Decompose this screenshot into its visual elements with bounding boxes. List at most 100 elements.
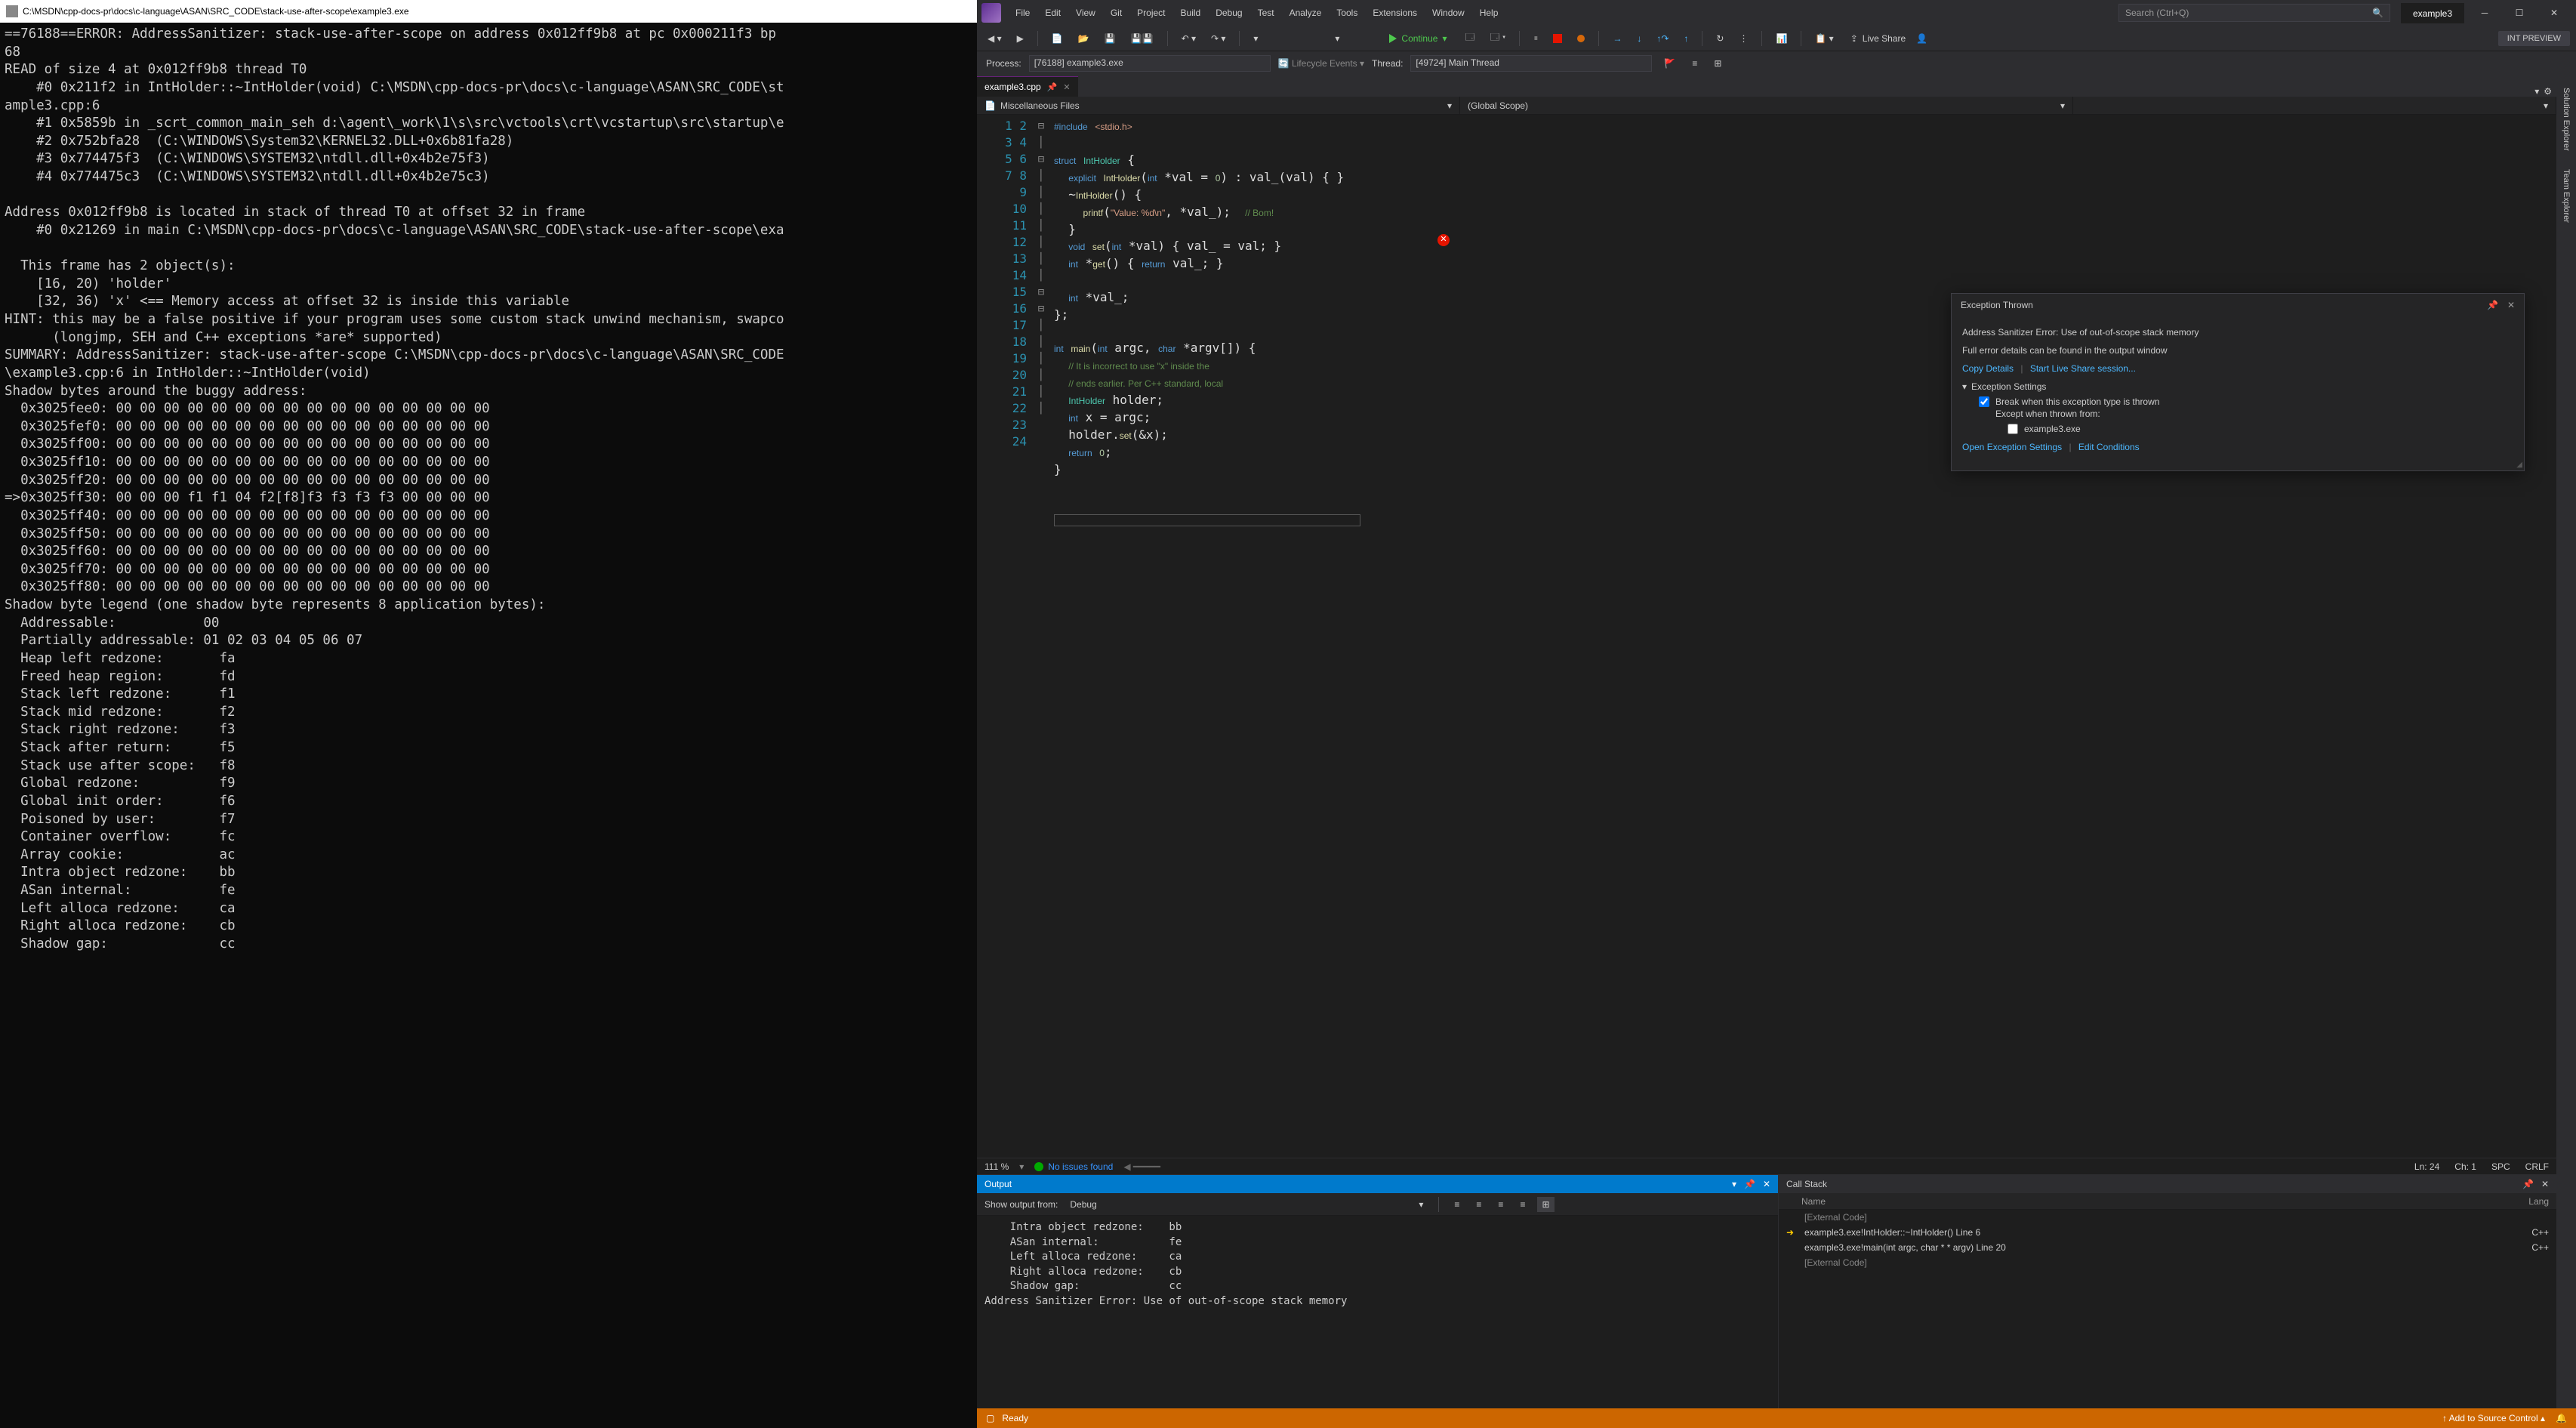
menu-analyze[interactable]: Analyze xyxy=(1283,5,1329,21)
process-dropdown[interactable]: [76188] example3.exe xyxy=(1029,55,1271,72)
step-into-button[interactable]: → xyxy=(1608,31,1626,46)
break-when-checkbox[interactable]: Break when this exception type is thrown xyxy=(1979,396,2513,407)
redo-button[interactable]: ↷ ▾ xyxy=(1206,31,1230,46)
word-wrap-button[interactable]: ⊞ xyxy=(1537,1197,1554,1212)
step-out-button[interactable]: ↑↷ xyxy=(1652,31,1673,46)
line-indicator[interactable]: Ln: 24 xyxy=(2414,1161,2439,1172)
close-tab-icon[interactable]: ✕ xyxy=(1063,82,1070,92)
menu-help[interactable]: Help xyxy=(1473,5,1505,21)
output-tool-icon[interactable]: ≡ xyxy=(1450,1197,1464,1212)
nav-function[interactable]: ▾ xyxy=(2073,97,2556,114)
spaces-indicator[interactable]: SPC xyxy=(2491,1161,2510,1172)
output-tool-icon[interactable]: ≡ xyxy=(1471,1197,1486,1212)
except-item-checkbox[interactable]: example3.exe xyxy=(2007,424,2513,434)
tb-icon[interactable]: 🗔 ▾ xyxy=(1486,28,1511,48)
checkbox[interactable] xyxy=(2007,424,2018,434)
console-titlebar[interactable]: C:\MSDN\cpp-docs-pr\docs\c-language\ASAN… xyxy=(0,0,977,23)
char-indicator[interactable]: Ch: 1 xyxy=(2454,1161,2476,1172)
pause-button[interactable]: ⏸ xyxy=(1529,30,1542,46)
callstack-body[interactable]: [External Code]➜example3.exe!IntHolder::… xyxy=(1779,1210,2556,1408)
tb-icon[interactable]: 📋 ▾ xyxy=(1810,31,1838,46)
menu-debug[interactable]: Debug xyxy=(1209,5,1249,21)
minimize-button[interactable]: ─ xyxy=(2467,0,2502,26)
undo-button[interactable]: ↶ ▾ xyxy=(1177,31,1200,46)
tb-icon[interactable]: ⋮ xyxy=(1734,31,1752,46)
tb-icon[interactable]: 🗔 xyxy=(1461,28,1480,48)
edit-conditions-link[interactable]: Edit Conditions xyxy=(2078,442,2140,452)
continue-button[interactable]: Continue ▾ xyxy=(1382,31,1454,46)
show-output-dropdown[interactable]: Debug▾ xyxy=(1065,1198,1428,1211)
menu-build[interactable]: Build xyxy=(1174,5,1208,21)
callstack-row[interactable]: ➜example3.exe!IntHolder::~IntHolder() Li… xyxy=(1779,1225,2556,1240)
pin-icon[interactable]: 📌 xyxy=(1047,82,1058,92)
nav-scope[interactable]: 📄 Miscellaneous Files ▾ xyxy=(977,97,1460,114)
start-liveshare-link[interactable]: Start Live Share session... xyxy=(2030,363,2136,374)
menu-git[interactable]: Git xyxy=(1104,5,1129,21)
close-icon[interactable]: ✕ xyxy=(1763,1179,1770,1189)
callstack-header[interactable]: Call Stack 📌 ✕ xyxy=(1779,1175,2556,1193)
callstack-row[interactable]: example3.exe!main(int argc, char * * arg… xyxy=(1779,1240,2556,1255)
restart-button[interactable] xyxy=(1573,32,1589,45)
callstack-row[interactable]: [External Code] xyxy=(1779,1210,2556,1225)
menu-edit[interactable]: Edit xyxy=(1038,5,1068,21)
thread-dropdown[interactable]: [49724] Main Thread xyxy=(1410,55,1652,72)
nav-member[interactable]: (Global Scope) ▾ xyxy=(1460,97,2073,114)
save-all-button[interactable]: 💾💾 xyxy=(1126,31,1158,46)
search-input[interactable]: Search (Ctrl+Q) 🔍 xyxy=(2118,4,2390,22)
checkbox[interactable] xyxy=(1979,396,1989,407)
maximize-button[interactable]: ☐ xyxy=(2502,0,2537,26)
code-content[interactable]: #include <stdio.h> struct IntHolder { ex… xyxy=(1048,115,2556,1158)
zoom-dropdown-icon[interactable]: ▾ xyxy=(1019,1161,1024,1172)
callstack-row[interactable]: [External Code] xyxy=(1779,1255,2556,1270)
menu-extensions[interactable]: Extensions xyxy=(1366,5,1424,21)
team-explorer-tab[interactable]: Team Explorer xyxy=(2559,162,2574,230)
col-name[interactable]: Name xyxy=(1801,1196,1826,1207)
output-tool-icon[interactable]: ≡ xyxy=(1493,1197,1508,1212)
notifications-icon[interactable]: 🔔 xyxy=(2556,1413,2567,1423)
exception-titlebar[interactable]: Exception Thrown 📌 ✕ xyxy=(1952,294,2524,316)
save-button[interactable]: 💾 xyxy=(1100,31,1120,46)
tb-stack-icon[interactable]: ≡ xyxy=(1687,56,1702,71)
menu-file[interactable]: File xyxy=(1009,5,1037,21)
resize-grip-icon[interactable]: ◢ xyxy=(2516,461,2522,469)
issues-indicator[interactable]: No issues found xyxy=(1034,1161,1113,1172)
exception-settings-header[interactable]: ▾ Exception Settings xyxy=(1962,381,2513,392)
copy-details-link[interactable]: Copy Details xyxy=(1962,363,2014,374)
menu-test[interactable]: Test xyxy=(1251,5,1281,21)
close-icon[interactable]: ✕ xyxy=(2507,300,2515,310)
menu-window[interactable]: Window xyxy=(1425,5,1471,21)
back-button[interactable]: ◀ ▾ xyxy=(983,31,1006,46)
lifecycle-events[interactable]: 🔄 Lifecycle Events ▾ xyxy=(1278,58,1364,69)
folding-column[interactable]: ⊟ │ ⊟ │ │ │ │ │ │ │ ⊟ ⊟ │ │ │ │ │ │ xyxy=(1034,115,1048,1158)
tab-tool-icon[interactable]: ⚙ xyxy=(2544,86,2552,97)
open-button[interactable]: 📂 xyxy=(1074,31,1094,46)
tab-tool-icon[interactable]: ▾ xyxy=(2534,86,2539,97)
solution-explorer-tab[interactable]: Solution Explorer xyxy=(2559,80,2574,159)
console-output[interactable]: ==76188==ERROR: AddressSanitizer: stack-… xyxy=(0,23,977,1428)
pin-icon[interactable]: 📌 xyxy=(2522,1179,2534,1189)
config-dropdown[interactable]: ▾ xyxy=(1249,31,1324,46)
tb-icon[interactable]: ↻ xyxy=(1712,31,1728,46)
eol-indicator[interactable]: CRLF xyxy=(2525,1161,2549,1172)
open-exception-settings-link[interactable]: Open Exception Settings xyxy=(1962,442,2062,452)
output-tool-icon[interactable]: ≡ xyxy=(1515,1197,1530,1212)
tb-flag-icon[interactable]: 🚩 xyxy=(1659,56,1680,71)
tab-example3[interactable]: example3.cpp 📌 ✕ xyxy=(977,76,1078,97)
pin-icon[interactable]: 📌 xyxy=(1744,1179,1755,1189)
tb-icon[interactable]: ⊞ xyxy=(1709,56,1726,71)
close-icon[interactable]: ✕ xyxy=(2541,1179,2549,1189)
forward-button[interactable]: ▶ xyxy=(1012,31,1028,46)
dropdown-icon[interactable]: ▾ xyxy=(1732,1179,1736,1189)
error-glyph-icon[interactable]: ✕ xyxy=(1437,234,1450,246)
menu-project[interactable]: Project xyxy=(1130,5,1172,21)
live-share-button[interactable]: ⇪ Live Share xyxy=(1850,33,1906,44)
step-over-button[interactable]: ↓ xyxy=(1632,31,1646,46)
code-editor[interactable]: 1 2 3 4 5 6 7 8 9 10 11 12 13 14 15 16 1… xyxy=(977,115,2556,1158)
menu-tools[interactable]: Tools xyxy=(1330,5,1364,21)
platform-dropdown[interactable]: ▾ xyxy=(1330,31,1376,46)
tb-icon[interactable]: 📊 xyxy=(1771,31,1792,46)
feedback-button[interactable]: 👤 xyxy=(1912,31,1932,46)
close-button[interactable]: ✕ xyxy=(2537,0,2571,26)
col-lang[interactable]: Lang xyxy=(2528,1196,2549,1207)
output-header[interactable]: Output ▾ 📌 ✕ xyxy=(977,1175,1778,1193)
